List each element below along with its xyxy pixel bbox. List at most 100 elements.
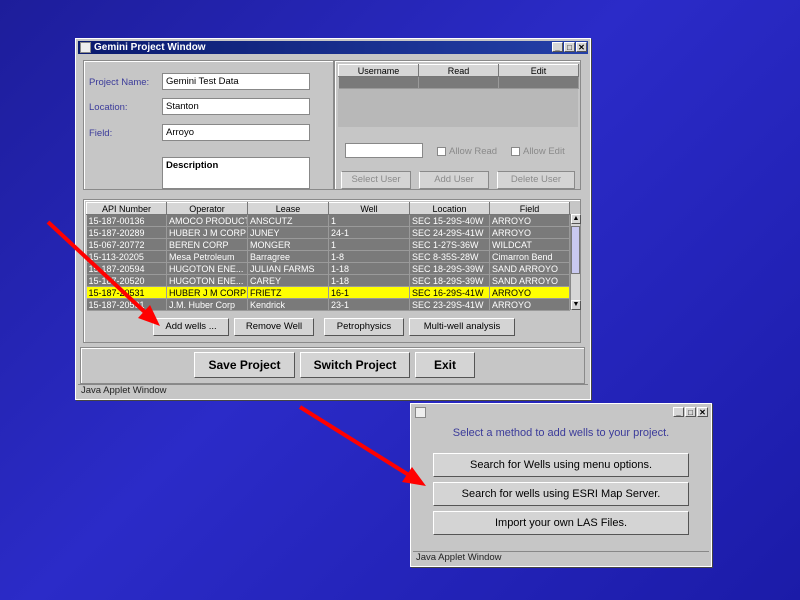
save-project-button[interactable]: Save Project <box>194 352 295 378</box>
cell-location: SEC 18-29S-39W <box>409 274 490 287</box>
import-las-files-button[interactable]: Import your own LAS Files. <box>433 511 689 535</box>
arrow-to-esri-option-icon <box>298 405 426 486</box>
scroll-thumb[interactable] <box>571 226 580 274</box>
users-table-body <box>338 89 578 127</box>
field-field[interactable]: Arroyo <box>162 124 310 141</box>
wells-table-row[interactable]: 15-187-20289 HUBER J M CORP JUNEY 24-1 SEC 2… <box>86 226 570 239</box>
cell-lease: CAREY <box>247 274 329 287</box>
project-name-field[interactable]: Gemini Test Data <box>162 73 310 90</box>
minimize-icon[interactable]: _ <box>673 407 684 417</box>
minimize-icon[interactable]: _ <box>552 42 563 52</box>
column-header-api-number[interactable]: API Number <box>86 202 167 215</box>
column-header-location[interactable]: Location <box>409 202 490 215</box>
cell-well: 1-18 <box>328 274 410 287</box>
petrophysics-button[interactable]: Petrophysics <box>324 318 404 336</box>
delete-user-button[interactable]: Delete User <box>497 171 575 189</box>
allow-edit-checkbox[interactable]: Allow Edit <box>511 146 565 157</box>
dialog-status-bar: Java Applet Window <box>413 551 709 563</box>
scroll-down-icon[interactable]: ▼ <box>571 300 581 310</box>
users-table[interactable]: Username Read Edit <box>338 64 579 89</box>
username-input[interactable] <box>345 143 423 158</box>
wells-panel: API Number Operator Lease Well Location … <box>83 199 581 343</box>
gemini-project-window: Gemini Project Window _ □ ✕ Project Name… <box>75 38 591 400</box>
cell-well: 1 <box>328 238 410 251</box>
exit-button[interactable]: Exit <box>415 352 475 378</box>
cell-location: SEC 1-27S-36W <box>409 238 490 251</box>
maximize-icon[interactable]: □ <box>564 42 575 52</box>
users-table-row[interactable] <box>338 76 579 89</box>
wells-table-row[interactable]: 15-187-20594 HUGOTON ENE... JULIAN FARMS 1-… <box>86 262 570 275</box>
add-wells-dialog: _ □ ✕ Select a method to add wells to yo… <box>410 403 712 567</box>
cell-api-number: 15-113-20205 <box>86 250 167 263</box>
allow-read-label: Allow Read <box>449 146 498 157</box>
scroll-up-icon[interactable]: ▲ <box>571 214 581 224</box>
close-icon[interactable]: ✕ <box>576 42 587 52</box>
wells-table-row[interactable]: 15-187-20531 HUBER J M CORP FRIETZ 16-1 SEC … <box>86 286 570 299</box>
cell-location: SEC 18-29S-39W <box>409 262 490 275</box>
cell-operator: J.M. Huber Corp <box>166 298 248 311</box>
cell-well: 1-8 <box>328 250 410 263</box>
cell-location: SEC 23-29S-41W <box>409 298 490 311</box>
column-header-operator[interactable]: Operator <box>166 202 248 215</box>
column-header-read[interactable]: Read <box>418 64 499 77</box>
wells-table[interactable]: API Number Operator Lease Well Location … <box>86 202 570 311</box>
cell-api-number: 15-187-20531 <box>86 286 167 299</box>
cell-operator: HUBER J M CORP <box>166 226 248 239</box>
cell-lease: FRIETZ <box>247 286 329 299</box>
cell-lease: MONGER <box>247 238 329 251</box>
cell-well: 23-1 <box>328 298 410 311</box>
cell-field: SAND ARROYO <box>489 262 570 275</box>
cell-operator: HUBER J M CORP <box>166 286 248 299</box>
switch-project-button[interactable]: Switch Project <box>300 352 410 378</box>
location-field[interactable]: Stanton <box>162 98 310 115</box>
cell-api-number: 15-187-00136 <box>86 214 167 227</box>
column-header-edit[interactable]: Edit <box>498 64 579 77</box>
cell-location: SEC 16-29S-41W <box>409 286 490 299</box>
add-user-button[interactable]: Add User <box>419 171 489 189</box>
remove-well-button[interactable]: Remove Well <box>234 318 314 336</box>
wells-table-row[interactable]: 15-067-20772 BEREN CORP MONGER 1 SEC 1-27S-3… <box>86 238 570 251</box>
add-wells-button[interactable]: Add wells ... <box>153 318 229 336</box>
wells-table-row[interactable]: 15-187-20591 J.M. Huber Corp Kendrick 23-1 S… <box>86 298 570 311</box>
cell-operator: HUGOTON ENE... <box>166 274 248 287</box>
search-menu-options-button[interactable]: Search for Wells using menu options. <box>433 453 689 477</box>
field-label: Field: <box>89 128 113 139</box>
cell-lease: Kendrick <box>247 298 329 311</box>
applet-status-bar: Java Applet Window <box>78 384 588 396</box>
column-header-field[interactable]: Field <box>489 202 570 215</box>
location-label: Location: <box>89 102 128 113</box>
allow-read-checkbox[interactable]: Allow Read <box>437 146 497 157</box>
java-app-icon <box>415 407 426 418</box>
cell-api-number: 15-187-20289 <box>86 226 167 239</box>
close-icon[interactable]: ✕ <box>697 407 708 417</box>
cell-operator: HUGOTON ENE... <box>166 262 248 275</box>
cell-operator: AMOCO PRODUCTION <box>166 214 248 227</box>
cell-lease: JULIAN FARMS <box>247 262 329 275</box>
project-name-label: Project Name: <box>89 77 150 88</box>
wells-table-row[interactable]: 15-187-00136AMOCO PRODUCTIONANSCUTZ1SEC … <box>86 214 570 227</box>
window-title: Gemini Project Window <box>94 42 206 53</box>
column-header-well[interactable]: Well <box>328 202 410 215</box>
wells-table-row[interactable]: 15-187-20520 HUGOTON ENE... CAREY 1-18 SEC 1… <box>86 274 570 287</box>
description-field[interactable]: Description <box>162 157 310 189</box>
search-esri-map-server-button[interactable]: Search for wells using ESRI Map Server. <box>433 482 689 506</box>
checkbox-icon <box>511 147 520 156</box>
maximize-icon[interactable]: □ <box>685 407 696 417</box>
column-header-username[interactable]: Username <box>338 64 419 77</box>
dialog-title-bar[interactable]: _ □ ✕ <box>413 406 709 419</box>
select-user-button[interactable]: Select User <box>341 171 411 189</box>
cell-operator: BEREN CORP <box>166 238 248 251</box>
action-bar: Save Project Switch Project Exit <box>80 347 585 384</box>
cell-operator: Mesa Petroleum <box>166 250 248 263</box>
window-title-bar[interactable]: Gemini Project Window _ □ ✕ <box>78 41 588 54</box>
multi-well-analysis-button[interactable]: Multi-well analysis <box>409 318 515 336</box>
cell-field: WILDCAT <box>489 238 570 251</box>
wells-table-row[interactable]: 15-113-20205 Mesa Petroleum Barragree 1-8 SE… <box>86 250 570 263</box>
cell-location: SEC 15-29S-40W <box>409 214 490 227</box>
cell-api-number: 15-187-20594 <box>86 262 167 275</box>
cell-field: SAND ARROYO <box>489 274 570 287</box>
cell-location: SEC 24-29S-41W <box>409 226 490 239</box>
cell-field: ARROYO <box>489 286 570 299</box>
wells-scrollbar[interactable]: ▲ ▼ <box>570 214 581 310</box>
column-header-lease[interactable]: Lease <box>247 202 329 215</box>
